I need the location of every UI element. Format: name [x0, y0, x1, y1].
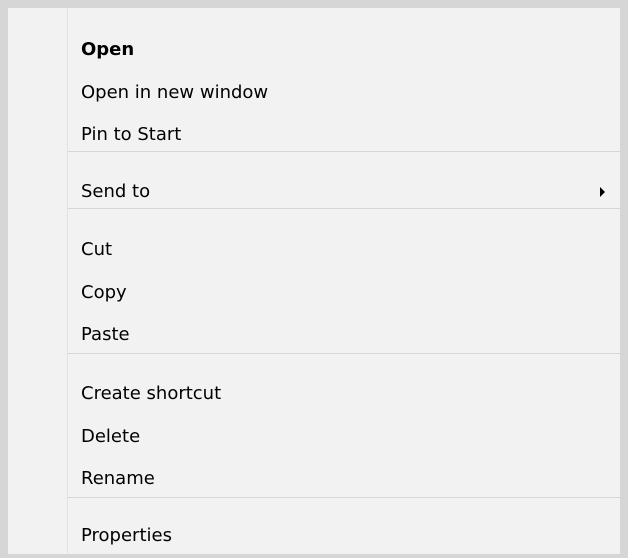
menu-separator	[68, 208, 620, 209]
menu-item-cut[interactable]: Cut	[8, 230, 620, 270]
menu-item-pin-to-start[interactable]: Pin to Start	[8, 115, 620, 155]
menu-item-label: Delete	[81, 426, 141, 447]
menu-item-delete[interactable]: Delete	[8, 417, 620, 457]
menu-item-label: Cut	[81, 239, 113, 260]
menu-item-open[interactable]: Open	[8, 30, 620, 70]
menu-item-label: Pin to Start	[81, 124, 182, 145]
menu-item-send-to[interactable]: Send to	[8, 172, 620, 212]
menu-item-label: Properties	[81, 525, 172, 546]
menu-item-copy[interactable]: Copy	[8, 273, 620, 313]
menu-item-properties[interactable]: Properties	[8, 516, 620, 556]
menu-separator	[68, 353, 620, 354]
menu-item-label: Open in new window	[81, 82, 269, 103]
menu-item-label: Open	[81, 39, 135, 60]
menu-item-label: Paste	[81, 324, 130, 345]
menu-item-paste[interactable]: Paste	[8, 315, 620, 355]
menu-item-rename[interactable]: Rename	[8, 459, 620, 499]
context-menu: Open Open in new window Pin to Start Sen…	[0, 0, 628, 558]
menu-item-label: Create shortcut	[81, 383, 222, 404]
menu-item-open-in-new-window[interactable]: Open in new window	[8, 73, 620, 113]
chevron-right-icon	[600, 187, 605, 197]
menu-item-label: Send to	[81, 181, 151, 202]
menu-separator	[68, 497, 620, 498]
menu-item-label: Rename	[81, 468, 155, 489]
menu-item-create-shortcut[interactable]: Create shortcut	[8, 374, 620, 414]
menu-item-label: Copy	[81, 282, 127, 303]
menu-separator	[68, 151, 620, 152]
